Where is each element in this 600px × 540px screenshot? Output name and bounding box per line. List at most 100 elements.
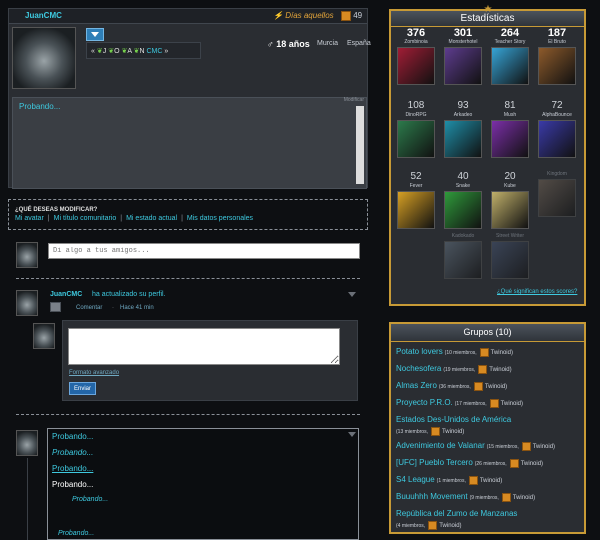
game-thumbnail[interactable] <box>397 120 435 158</box>
game-tile[interactable]: 301 Monsterhotel <box>441 27 485 85</box>
profile-menu-button[interactable] <box>86 28 104 41</box>
group-members: (4 miembros, <box>396 523 426 529</box>
status-composer-input[interactable] <box>48 243 360 259</box>
game-tile[interactable]: 81 Mush <box>488 100 532 158</box>
game-thumbnail[interactable] <box>397 191 435 229</box>
advanced-format-link[interactable]: Formato avanzado <box>69 370 119 376</box>
game-tile[interactable]: 108 DinoRPG <box>394 100 438 158</box>
game-tile[interactable]: 93 Arkadeo <box>441 100 485 158</box>
group-name[interactable]: Estados Des-Unidos de América <box>396 415 511 424</box>
game-name: Teacher Story <box>494 39 526 45</box>
twinoid-icon <box>430 426 440 436</box>
modify-title-link[interactable]: Mi título comunitario <box>54 215 117 222</box>
group-name[interactable]: Buuuhhh Movement <box>396 492 468 501</box>
thread-avatar[interactable] <box>16 430 38 456</box>
game-name: Kadokado <box>451 233 475 239</box>
game-tile[interactable]: Kingdom <box>535 171 579 217</box>
activity-user[interactable]: JuanCMC <box>50 291 82 298</box>
group-name[interactable]: S4 League <box>396 475 435 484</box>
game-tile[interactable]: 20 Kube <box>488 171 532 229</box>
game-thumbnail[interactable] <box>538 120 576 158</box>
twinoid-icon <box>489 398 499 408</box>
separator-dot: · <box>112 305 114 311</box>
group-members: (19 miembros, <box>443 367 476 373</box>
username[interactable]: JuanCMC <box>25 11 62 20</box>
modify-state-link[interactable]: Mi estado actual <box>126 215 177 222</box>
chevron-down-icon[interactable] <box>348 432 356 437</box>
group-source: Twinoid) <box>441 429 465 435</box>
game-thumbnail[interactable] <box>491 47 529 85</box>
group-name[interactable]: Almas Zero <box>396 381 437 390</box>
chevron-down-icon[interactable] <box>348 292 356 297</box>
profile-avatar[interactable] <box>12 27 76 89</box>
modify-status-link[interactable]: Modificar <box>344 97 364 103</box>
game-tile[interactable]: 376 Zombinoia <box>394 27 438 85</box>
game-thumbnail[interactable] <box>538 179 576 217</box>
game-tile[interactable]: 72 AlphaBounce <box>535 100 579 158</box>
modify-avatar-link[interactable]: Mi avatar <box>15 215 44 222</box>
game-thumbnail[interactable] <box>444 191 482 229</box>
game-tile[interactable]: 187 El Bruto <box>535 27 579 85</box>
game-thumbnail[interactable] <box>491 241 529 279</box>
group-name[interactable]: República del Zumo de Manzanas <box>396 509 517 518</box>
game-name: Monsterhotel <box>448 39 478 45</box>
chip-cmc: CMC <box>146 48 163 55</box>
status-box: Modificar Probando... <box>12 97 367 189</box>
city-label: Murcia <box>317 40 339 47</box>
groups-title: Grupos (10) <box>463 327 512 337</box>
send-button[interactable]: Enviar <box>69 382 96 395</box>
group-members: (9 miembros, <box>469 495 499 501</box>
game-tile[interactable]: 40 Snake <box>441 171 485 229</box>
group-members: (15 miembros, <box>486 444 519 450</box>
reply-input[interactable] <box>68 328 340 365</box>
game-tile[interactable]: Kadokado <box>441 233 485 279</box>
game-thumbnail[interactable] <box>491 191 529 229</box>
activity-time[interactable]: Hace 41 min <box>120 305 154 311</box>
game-thumbnail[interactable] <box>444 120 482 158</box>
game-tile[interactable]: 264 Teacher Story <box>488 27 532 85</box>
group-source: Twinoid) <box>489 367 512 373</box>
game-thumbnail[interactable] <box>444 241 482 279</box>
game-name: Fever <box>409 183 423 189</box>
age-label: ♂ 18 años <box>267 39 310 49</box>
chip-open: « <box>91 48 95 55</box>
modify-personal-link[interactable]: Mis datos personales <box>187 215 253 222</box>
twinoid-icon <box>468 475 478 485</box>
activity-text: ha actualizado su perfil. <box>92 291 166 298</box>
separator <box>16 278 360 279</box>
game-tile[interactable]: 52 Fever <box>394 171 438 229</box>
game-score: 81 <box>504 100 516 111</box>
profile-card: JuanCMC ⚡ Días aquellos 49 « ❦J ❦O ❦A ❦N… <box>8 8 371 189</box>
status-scrollbar[interactable] <box>356 106 364 184</box>
group-name[interactable]: Advenimiento de Valanar <box>396 441 485 450</box>
group-name[interactable]: Proyecto P.R.O. <box>396 398 453 407</box>
groups-header: Grupos (10) <box>391 324 584 342</box>
thread-line <box>27 458 28 540</box>
group-members: (26 miembros, <box>474 461 507 467</box>
game-score: 72 <box>551 100 563 111</box>
scores-help-link[interactable]: ¿Qué significan estos scores? <box>497 289 577 295</box>
group-name[interactable]: Potato lovers <box>396 347 443 356</box>
group-members: (17 miembros, <box>454 401 487 407</box>
group-members: (1 miembros, <box>436 478 466 484</box>
name-bar: JuanCMC ⚡ Días aquellos 49 <box>9 9 367 24</box>
group-name[interactable]: [UFC] Pueblo Tercero <box>396 458 473 467</box>
game-name: DinoRPG <box>405 112 427 118</box>
thread-box: Probando... Probando... Probando... Prob… <box>47 428 359 540</box>
game-name: Zombinoia <box>404 39 428 45</box>
game-thumbnail[interactable] <box>538 47 576 85</box>
game-tile[interactable]: Street Writer <box>488 233 532 279</box>
game-thumbnail[interactable] <box>491 120 529 158</box>
separator <box>16 414 360 415</box>
community-title: ⚡ Días aquellos <box>273 11 334 20</box>
thread-line-1: Probando... <box>52 432 94 441</box>
group-name[interactable]: Nochesofera <box>396 364 441 373</box>
game-name: Snake <box>455 183 471 189</box>
comment-link[interactable]: Comentar <box>76 305 102 311</box>
game-thumbnail[interactable] <box>444 47 482 85</box>
chip-close: » <box>164 48 169 55</box>
thread-line-6: Probando... <box>58 530 95 537</box>
activity-avatar[interactable] <box>16 290 38 316</box>
stats-panel: Estadísticas ★ 376 Zombinoia 301 Monsterhot… <box>389 5 586 306</box>
game-thumbnail[interactable] <box>397 47 435 85</box>
